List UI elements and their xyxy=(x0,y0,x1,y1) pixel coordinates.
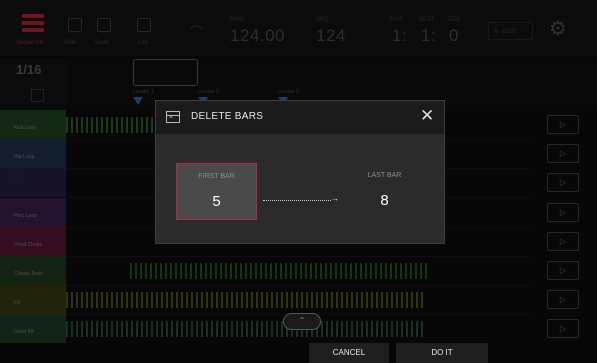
dialog-header: DELETE BARS ✕ xyxy=(156,101,444,134)
last-bar-label: LAST BAR xyxy=(367,172,402,179)
delete-bars-dialog: DELETE BARS ✕ FIRST BAR 5 → LAST BAR 8 xyxy=(155,100,445,244)
close-icon[interactable]: ✕ xyxy=(420,106,434,126)
cancel-button[interactable]: CANCEL xyxy=(309,343,389,363)
range-connector xyxy=(263,200,331,201)
first-bar-label: FIRST BAR xyxy=(198,173,235,180)
bottom-bar xyxy=(0,343,597,363)
arrow-right-icon: → xyxy=(331,194,339,203)
scroll-up-button[interactable]: ⌃ xyxy=(283,313,321,330)
do-it-button[interactable]: DO IT xyxy=(396,343,488,363)
last-bar-field[interactable]: LAST BAR 8 xyxy=(344,163,425,220)
first-bar-field[interactable]: FIRST BAR 5 xyxy=(176,163,257,220)
last-bar-value: 8 xyxy=(380,192,389,209)
first-bar-value: 5 xyxy=(212,193,221,210)
dialog-title: DELETE BARS xyxy=(191,111,264,122)
delete-bars-icon xyxy=(166,111,180,123)
